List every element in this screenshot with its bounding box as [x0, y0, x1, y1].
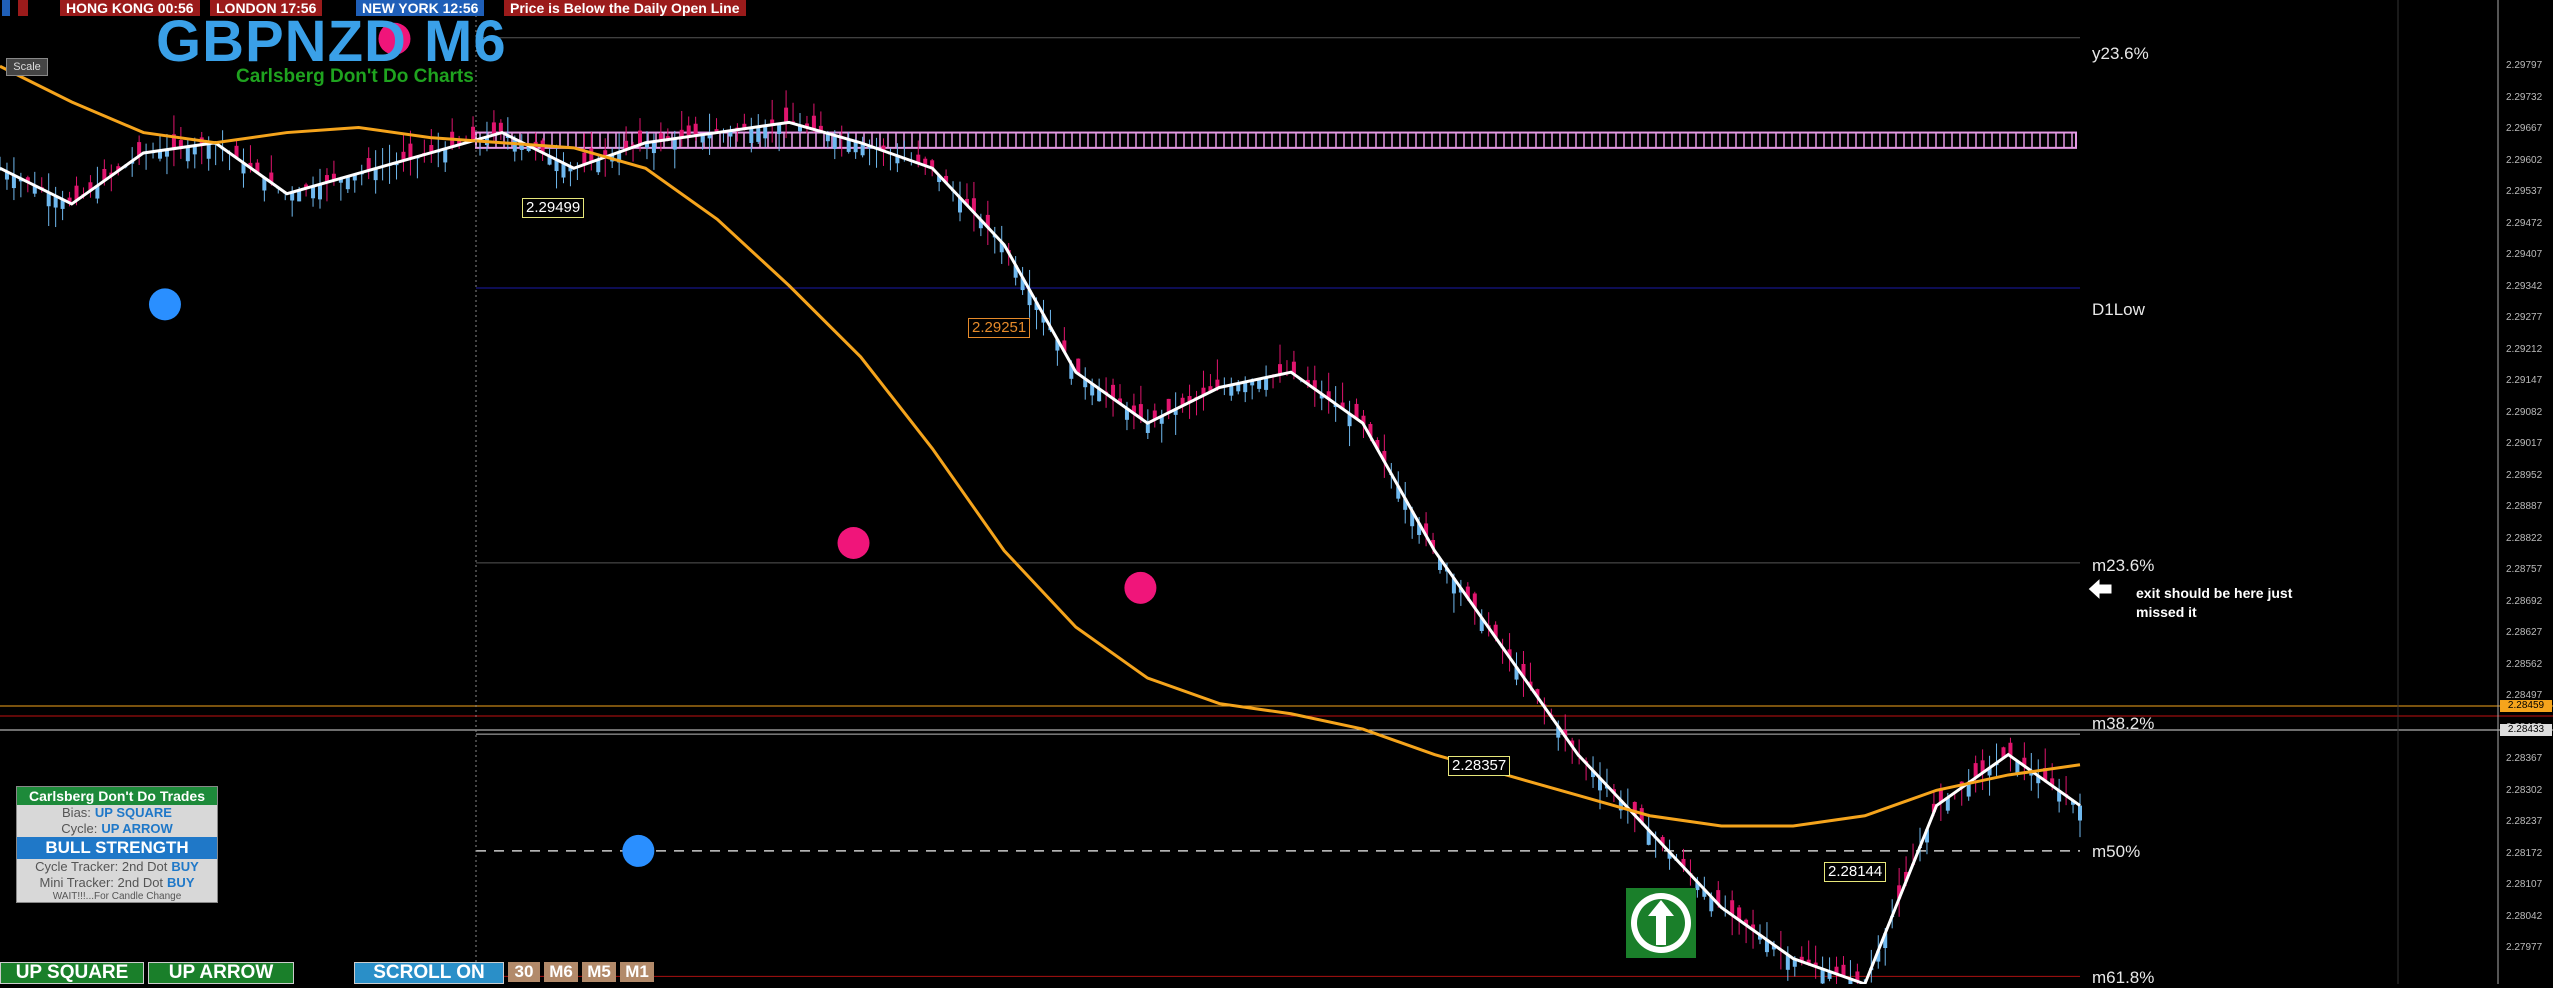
candle-body: [1264, 378, 1268, 390]
price-chart[interactable]: [0, 0, 2553, 984]
candle-body: [756, 127, 760, 142]
level-label-m382: m38.2%: [2092, 714, 2154, 734]
axis-tick: 2.29537: [2506, 186, 2542, 197]
tf-button-m5[interactable]: M5: [582, 962, 616, 982]
window-icon[interactable]: [2, 0, 10, 16]
swing-high-marker: [1124, 572, 1156, 604]
axis-tick: 2.29472: [2506, 218, 2542, 229]
tf-button-30[interactable]: 30: [508, 962, 540, 982]
swing-high-marker: [838, 527, 870, 559]
level-label-m618: m61.8%: [2092, 968, 2154, 988]
axis-tick: 2.28042: [2506, 911, 2542, 922]
up-square-button[interactable]: UP SQUARE: [0, 962, 144, 984]
candle-body: [638, 131, 642, 145]
chart-title: GBPNZD M6: [156, 12, 507, 72]
cycle-tracker-label: Cycle Tracker: 2nd Dot: [35, 859, 167, 875]
daily-open-warning: Price is Below the Daily Open Line: [504, 0, 746, 16]
candle-body: [207, 144, 211, 159]
axis-tick: 2.29277: [2506, 312, 2542, 323]
candle-body: [833, 135, 837, 149]
resistance-zone-box: [476, 133, 2076, 148]
candle-body: [749, 128, 753, 143]
axis-tick: 2.28367: [2506, 753, 2542, 764]
axis-tick: 2.29667: [2506, 123, 2542, 134]
candle-body: [763, 126, 767, 139]
cycle-tracker-value: BUY: [171, 859, 198, 875]
cycle-value: UP ARROW: [101, 821, 173, 837]
strength-badge: BULL STRENGTH: [17, 837, 217, 859]
axis-tick: 2.29732: [2506, 92, 2542, 103]
axis-tick: 2.29082: [2506, 407, 2542, 418]
arrow-left-icon: [2088, 578, 2112, 600]
candles: [0, 90, 2082, 984]
wait-message: WAIT!!!...For Candle Change: [17, 891, 217, 902]
resistance-zone: [476, 133, 2076, 148]
axis-tick: 2.28627: [2506, 627, 2542, 638]
candle-body: [784, 108, 788, 123]
cycle-label: Cycle:: [61, 821, 97, 837]
bias-label: Bias:: [62, 805, 91, 821]
level-label-m50: m50%: [2092, 842, 2140, 862]
candle-body: [812, 116, 816, 130]
axis-tick: 2.29147: [2506, 375, 2542, 386]
scroll-on-button[interactable]: SCROLL ON: [354, 962, 504, 984]
axis-tick: 2.28302: [2506, 785, 2542, 796]
axis-tick: 2.28952: [2506, 470, 2542, 481]
swing-low-marker: [622, 835, 654, 867]
candle-body: [2078, 806, 2082, 821]
panel-heading: Carlsberg Don't Do Trades: [17, 787, 217, 805]
axis-tick: 2.29797: [2506, 60, 2542, 71]
axis-tick: 2.28692: [2506, 596, 2542, 607]
ask-price-label: 2.28459: [2500, 700, 2552, 712]
axis-tick: 2.29212: [2506, 344, 2542, 355]
candle-body: [471, 127, 475, 141]
buy-arrow-icon: [1626, 888, 1696, 958]
tf-button-m6[interactable]: M6: [544, 962, 578, 982]
price-tag: 2.29499: [522, 198, 584, 218]
trade-panel: Carlsberg Don't Do Trades Bias:UP SQUARE…: [16, 786, 218, 903]
moving-averages: [0, 66, 2080, 984]
axis-tick: 2.28822: [2506, 533, 2542, 544]
axis-tick: 2.29017: [2506, 438, 2542, 449]
candle-body: [1821, 969, 1825, 983]
swing-low-marker: [149, 288, 181, 320]
axis-tick: 2.29602: [2506, 155, 2542, 166]
scale-button[interactable]: Scale: [6, 58, 48, 76]
candle-body: [186, 147, 190, 162]
exit-annotation: exit should be here just missed it: [2136, 584, 2336, 622]
price-tag: 2.28144: [1824, 862, 1886, 882]
axis-tick: 2.29342: [2506, 281, 2542, 292]
axis-tick: 2.28562: [2506, 659, 2542, 670]
level-label-y236: y23.6%: [2092, 44, 2149, 64]
candle-body: [443, 149, 447, 163]
bias-value: UP SQUARE: [95, 805, 172, 821]
axis-tick: 2.29407: [2506, 249, 2542, 260]
axis-tick: 2.28107: [2506, 879, 2542, 890]
axis-tick: 2.28757: [2506, 564, 2542, 575]
level-label-m236: m23.6%: [2092, 556, 2154, 576]
up-arrow-button[interactable]: UP ARROW: [148, 962, 294, 984]
ma-line: [0, 66, 2080, 826]
candle-body: [318, 184, 322, 199]
price-tag: 2.28357: [1448, 756, 1510, 776]
candle-body: [408, 144, 412, 159]
ma-line: [0, 122, 2080, 984]
current-price-label: 2.28433: [2500, 724, 2552, 736]
axis-tick: 2.28887: [2506, 501, 2542, 512]
candle-body: [652, 142, 656, 154]
axis-tick: 2.28172: [2506, 848, 2542, 859]
axis-tick: 2.28237: [2506, 816, 2542, 827]
mini-tracker-value: BUY: [167, 875, 194, 891]
price-tag: 2.29251: [968, 318, 1030, 338]
axis-tick: 2.27977: [2506, 942, 2542, 953]
candle-body: [694, 124, 698, 136]
flag-icon[interactable]: [18, 0, 28, 16]
chart-subtitle: Carlsberg Don't Do Charts: [236, 66, 474, 88]
tf-button-m1[interactable]: M1: [620, 962, 654, 982]
mini-tracker-label: Mini Tracker: 2nd Dot: [40, 875, 164, 891]
level-label-d1low: D1Low: [2092, 300, 2145, 320]
